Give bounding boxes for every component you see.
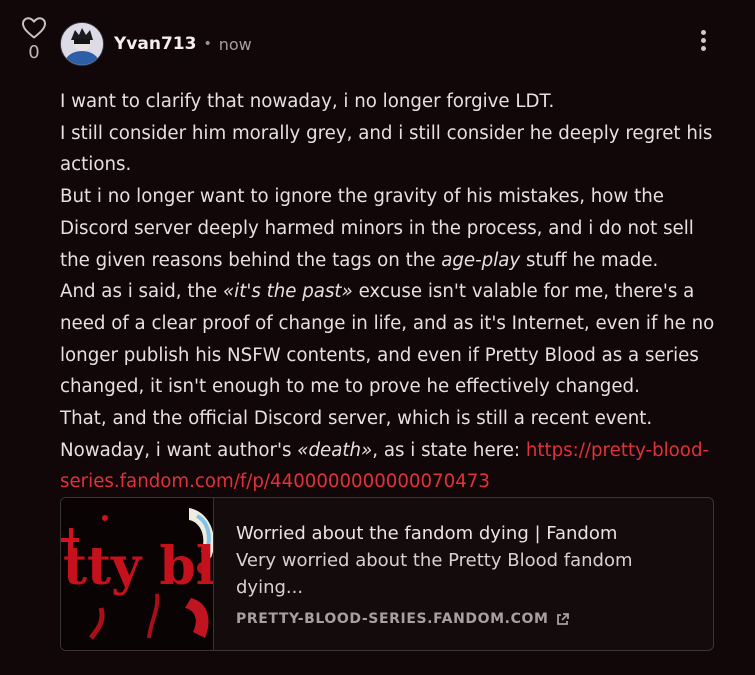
more-vertical-icon[interactable] bbox=[694, 30, 712, 58]
post-line: But i no longer want to ignore the gravi… bbox=[60, 186, 694, 271]
timestamp: now bbox=[218, 34, 252, 54]
post-line: Nowaday, i want author's «death», as i s… bbox=[60, 439, 710, 493]
link-preview-card[interactable]: tty bl Worried about the fandom dying | … bbox=[60, 497, 714, 651]
preview-title[interactable]: Worried about the fandom dying | Fandom bbox=[236, 520, 686, 547]
preview-domain: PRETTY-BLOOD-SERIES.FANDOM.COM bbox=[236, 611, 686, 627]
post-line: And as i said, the «it's the past» excus… bbox=[60, 281, 715, 398]
post-body: I want to clarify that nowaday, i no lon… bbox=[60, 86, 720, 498]
italic-text: «it's the past» bbox=[222, 281, 353, 303]
preview-description: Very worried about the Pretty Blood fand… bbox=[236, 550, 633, 598]
thumbnail-art: tty bl bbox=[61, 498, 213, 650]
separator-dot: • bbox=[203, 36, 212, 52]
post-line: I want to clarify that nowaday, i no lon… bbox=[60, 91, 555, 112]
like-count: 0 bbox=[28, 42, 40, 63]
heart-outline-icon[interactable] bbox=[21, 16, 47, 40]
post-header: Yvan713 • now bbox=[60, 22, 252, 66]
preview-info: Worried about the fandom dying | Fandom … bbox=[236, 520, 686, 627]
preview-thumbnail: tty bl bbox=[61, 498, 214, 650]
discussion-reply: 0 Yvan713 • now I want to clarify that n… bbox=[0, 0, 755, 675]
avatar-image bbox=[61, 23, 103, 65]
post-line: I still consider him morally grey, and i… bbox=[60, 122, 713, 176]
avatar[interactable] bbox=[60, 22, 104, 66]
italic-text: age-play bbox=[441, 249, 521, 271]
external-link-icon bbox=[556, 612, 569, 625]
username[interactable]: Yvan713 bbox=[114, 34, 196, 54]
post-line: That, and the official Discord server, w… bbox=[60, 408, 653, 430]
thumbnail-text: tty bl bbox=[63, 536, 213, 597]
vote-column: 0 bbox=[20, 16, 48, 63]
italic-text: «death» bbox=[297, 439, 373, 461]
preview-domain-text: PRETTY-BLOOD-SERIES.FANDOM.COM bbox=[236, 611, 549, 627]
